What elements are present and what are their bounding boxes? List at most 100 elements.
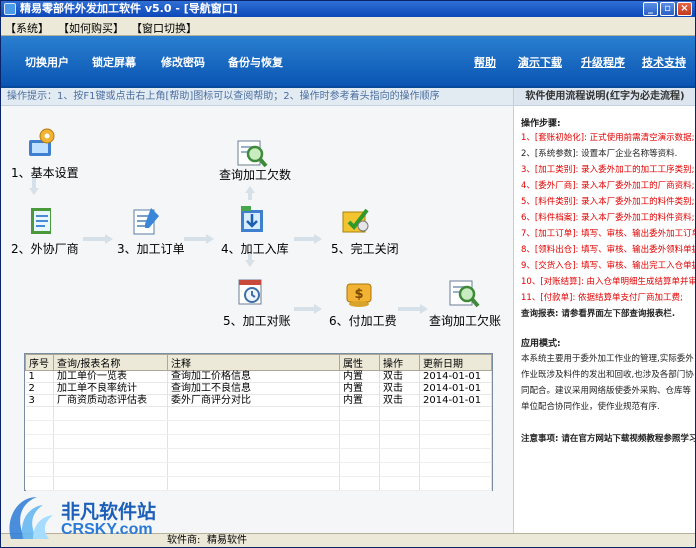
node-label: 5、加工对账 — [223, 314, 291, 328]
minimize-button[interactable]: _ — [643, 2, 658, 16]
empty-row — [25, 448, 492, 463]
app-icon — [4, 3, 16, 15]
backup-restore-button[interactable]: 备份与恢复 — [228, 54, 283, 70]
column-header-no[interactable]: 序号 — [25, 354, 54, 371]
flow-arrow — [184, 234, 214, 244]
step-item: 3、[加工类别]: 录入委外加工的加工工序类别; — [521, 165, 695, 175]
step-item: 5、[料件类别]: 录入本厂委外加工的料件类别; — [521, 197, 695, 207]
svg-text:$: $ — [354, 287, 363, 302]
operation-hint: 操作提示：1、按F1键或点击右上角[帮助]图标可以查阅帮助；2、操作时参考着头指… — [1, 88, 513, 106]
tech-support-link[interactable]: 技术支持 — [642, 54, 686, 70]
cell-no: 3 — [25, 394, 54, 407]
step-item: 9、[交货入仓]: 填写、审核、输出完工入仓单据; — [521, 261, 696, 271]
app-window: 精易零部件外发加工软件 v5.0 - [导航窗口] _ ▫ × 【系统】 【如何… — [0, 0, 696, 548]
notice: 注意事项: 请在官方网站下载视频教程参照学习; — [521, 434, 696, 444]
node-label: 查询加工欠账 — [429, 314, 502, 328]
pay-money-icon: $ — [346, 283, 372, 307]
cell-op: 双击 — [379, 394, 420, 407]
step-item: 8、[领料出仓]: 填写、审核、输出委外领料单据; — [521, 245, 696, 255]
node-label: 1、基本设置 — [11, 166, 79, 180]
flow-arrow-up — [245, 186, 255, 200]
query-magnifier-icon — [237, 140, 268, 168]
node-label: 3、加工订单 — [117, 242, 185, 256]
table-row[interactable]: 3 厂商资质动态评估表 委外厂商评分对比 内置 双击 2014-01-01 — [25, 394, 492, 407]
table-row[interactable]: 2 加工单不良率统计 查询加工不良信息 内置 双击 2014-01-01 — [25, 382, 492, 395]
step-item: 11、[付款单]: 依据结算单支付厂商加工费; — [521, 293, 683, 303]
inbound-box-icon — [241, 206, 263, 232]
finish-check-icon — [342, 208, 369, 233]
close-button[interactable]: × — [677, 2, 692, 16]
help-link[interactable]: 帮助 — [474, 54, 496, 70]
lock-screen-button[interactable]: 锁定屏幕 — [92, 54, 136, 70]
step-item: 4、[委外厂商]: 录入本厂委外加工的厂商资料; — [521, 181, 695, 191]
query-debt-magnifier-icon — [449, 280, 480, 308]
node-label: 5、完工关闭 — [331, 242, 399, 256]
cell-attr: 内置 — [339, 394, 380, 407]
reconcile-clock-icon — [238, 279, 262, 305]
cell-op: 双击 — [379, 370, 420, 383]
menu-window-switch[interactable]: 【窗口切换】 — [131, 20, 197, 36]
step-item: 1、[套账初始化]: 正式使用前需清空演示数据; — [521, 133, 695, 143]
cell-note: 查询加工价格信息 — [167, 370, 340, 383]
menu-how-to-buy[interactable]: 【如何购买】 — [58, 20, 124, 36]
vendor-book-icon — [31, 208, 51, 234]
flow-arrow — [294, 234, 322, 244]
column-header-note[interactable]: 注释 — [167, 354, 340, 371]
crsky-logo-icon — [9, 497, 53, 539]
demo-download-link[interactable]: 演示下载 — [518, 54, 562, 70]
mode-line: 作业既涉及料件的发出和回收,也涉及各部门协 — [521, 370, 694, 380]
empty-row — [25, 406, 492, 421]
flow-arrow — [83, 234, 113, 244]
cell-note: 查询加工不良信息 — [167, 382, 340, 395]
table-row[interactable]: 1 加工单价一览表 查询加工价格信息 内置 双击 2014-01-01 — [25, 370, 492, 383]
flow-arrow — [398, 304, 428, 314]
cell-attr: 内置 — [339, 370, 380, 383]
mode-line: 同配合。建议采用网络版使委外采购、仓库等 — [521, 386, 692, 396]
maximize-button[interactable]: ▫ — [660, 2, 675, 16]
cell-no: 1 — [25, 370, 54, 383]
cell-name: 加工单不良率统计 — [53, 382, 168, 395]
mode-line: 单位配合协同作业，使作业规范有序. — [521, 402, 660, 412]
cell-name: 厂商资质动态评估表 — [53, 394, 168, 407]
empty-row — [25, 420, 492, 435]
order-pen-icon — [133, 208, 159, 235]
watermark-brand: 非凡软件站 — [61, 501, 157, 523]
switch-user-button[interactable]: 切换用户 — [25, 54, 69, 70]
cell-date: 2014-01-01 — [419, 382, 492, 395]
menu-system[interactable]: 【系统】 — [5, 20, 49, 36]
steps-heading: 操作步骤: — [521, 119, 561, 129]
empty-row — [25, 434, 492, 449]
column-header-name[interactable]: 查询/报表名称 — [53, 354, 168, 371]
step-item: 10、[对账结算]: 由入仓单明细生成结算单并审核; — [521, 277, 696, 287]
window-title: 精易零部件外发加工软件 v5.0 - [导航窗口] — [20, 2, 238, 15]
title-bar[interactable]: 精易零部件外发加工软件 v5.0 - [导航窗口] _ ▫ × — [1, 1, 695, 17]
cell-no: 2 — [25, 382, 54, 395]
cell-date: 2014-01-01 — [419, 394, 492, 407]
mode-heading: 应用模式: — [521, 339, 561, 349]
node-label: 6、付加工费 — [329, 314, 397, 328]
column-header-date[interactable]: 更新日期 — [419, 354, 492, 371]
watermark-logo: 非凡软件站 CRSKY.com — [3, 489, 163, 547]
node-label: 4、加工入库 — [221, 242, 289, 256]
node-label: 2、外协厂商 — [11, 242, 79, 256]
cell-date: 2014-01-01 — [419, 370, 492, 383]
change-password-button[interactable]: 修改密码 — [161, 54, 205, 70]
cell-op: 双击 — [379, 382, 420, 395]
step-item: 2、[系统参数]: 设置本厂企业名称等资料. — [521, 149, 678, 159]
upgrade-link[interactable]: 升级程序 — [581, 54, 625, 70]
workflow-instructions-panel: 软件使用流程说明(红字为必走流程) 操作步骤: 1、[套账初始化]: 正式使用前… — [513, 88, 695, 533]
menu-bar: 【系统】 【如何购买】 【窗口切换】 — [1, 17, 695, 36]
panel-title: 软件使用流程说明(红字为必走流程) — [514, 88, 695, 106]
column-header-op[interactable]: 操作 — [379, 354, 420, 371]
query-note: 查询报表: 请参看界面左下部查询报表栏. — [521, 309, 676, 319]
settings-gear-icon — [29, 128, 55, 156]
vendor-name: 精易软件 — [207, 535, 247, 546]
cell-name: 加工单价一览表 — [53, 370, 168, 383]
empty-row — [25, 462, 492, 477]
toolbar: 切换用户 锁定屏幕 修改密码 备份与恢复 帮助 演示下载 升级程序 技术支持 — [1, 36, 695, 88]
report-grid: 序号 查询/报表名称 注释 属性 操作 更新日期 1 加工单价一览表 查询加工价… — [24, 353, 493, 491]
vendor-label: 软件商: — [167, 535, 201, 546]
column-header-attr[interactable]: 属性 — [339, 354, 380, 371]
step-item: 6、[料件档案]: 录入本厂委外加工的料件资料; — [521, 213, 695, 223]
workflow-panel: 1、基本设置 2、外协厂商 3、加工订单 4、加工入库 查询加工欠数 5、完工关… — [1, 106, 513, 349]
